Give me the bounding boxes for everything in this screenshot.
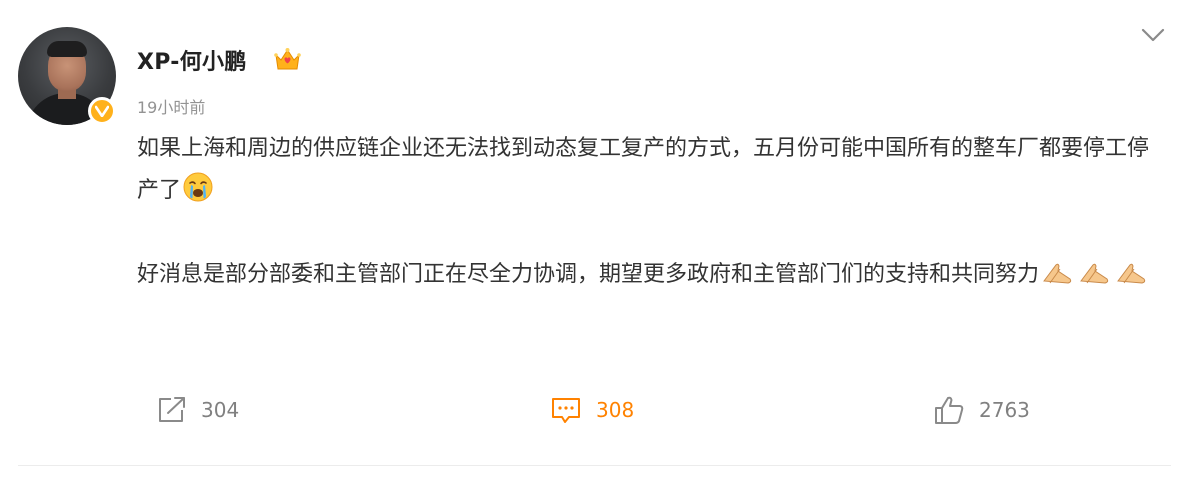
comment-button[interactable]: 308 (550, 393, 634, 427)
post-paragraph-text: 好消息是部分部委和主管部门正在尽全力协调，期望更多政府和主管部门们的支持和共同努… (137, 262, 1040, 287)
verified-badge-icon (88, 97, 116, 125)
post-paragraph: 如果上海和周边的供应链企业还无法找到动态复工复产的方式，五月份可能中国所有的整车… (137, 128, 1167, 212)
post-timestamp[interactable]: 19小时前 (137, 94, 205, 118)
like-button[interactable]: 2763 (933, 393, 1030, 427)
crown-icon[interactable] (274, 46, 301, 73)
weibo-post-card: XP-何小鹏 19小时前 如果上海和周边的供应链企业还无法找到动态复工复产的方式… (0, 0, 1199, 477)
crying-face-icon (183, 172, 213, 202)
thumbs-up-icon (935, 396, 964, 424)
post-content: 如果上海和周边的供应链企业还无法找到动态复工复产的方式，五月份可能中国所有的整车… (137, 128, 1167, 296)
praying-hands-icon (1117, 263, 1146, 284)
repost-count: 304 (201, 398, 240, 422)
praying-hands-icon (1043, 263, 1072, 284)
comment-count: 308 (596, 398, 635, 422)
post-paragraph-text: 如果上海和周边的供应链企业还无法找到动态复工复产的方式，五月份可能中国所有的整车… (137, 136, 1150, 203)
praying-hands-icon (1080, 263, 1109, 284)
post-paragraph: 好消息是部分部委和主管部门正在尽全力协调，期望更多政府和主管部门们的支持和共同努… (137, 254, 1167, 296)
repost-icon (159, 397, 185, 422)
chevron-down-icon[interactable] (1140, 24, 1166, 46)
divider (18, 465, 1171, 466)
comment-icon (552, 398, 580, 423)
avatar-hair (47, 41, 87, 57)
like-count: 2763 (979, 398, 1030, 422)
author-name[interactable]: XP-何小鹏 (137, 44, 247, 76)
repost-button[interactable]: 304 (157, 393, 239, 427)
